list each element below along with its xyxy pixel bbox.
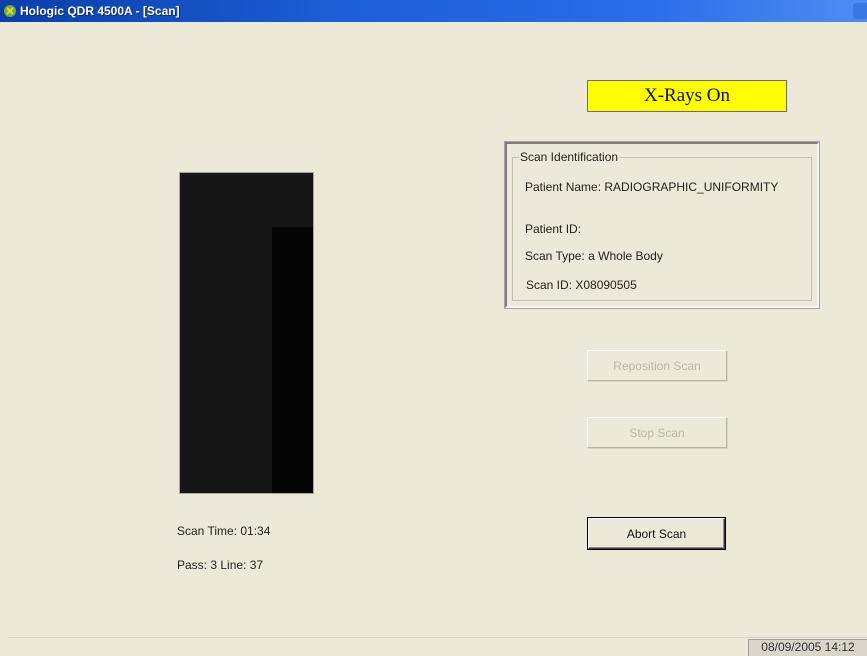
scan-window-client [8, 22, 867, 636]
status-bar: 08/09/2005 14:12 [8, 637, 867, 656]
app-icon [4, 5, 16, 17]
stop-scan-button[interactable]: Stop Scan [587, 417, 727, 448]
scan-type-field: Scan Type: a Whole Body [525, 249, 663, 263]
scan-identification-legend: Scan Identification [519, 150, 621, 164]
scan-progress-region [272, 227, 313, 493]
xrays-on-indicator: X-Rays On [587, 80, 787, 112]
scan-time-label: Scan Time: 01:34 [177, 524, 271, 538]
scan-image-preview [179, 172, 314, 494]
patient-name-field: Patient Name: RADIOGRAPHIC_UNIFORMITY [525, 180, 779, 194]
title-bar[interactable]: Hologic QDR 4500A - [Scan] [0, 0, 867, 22]
abort-scan-button[interactable]: Abort Scan [587, 517, 726, 550]
scan-id-field: Scan ID: X08090505 [526, 278, 637, 292]
status-timestamp: 08/09/2005 14:12 [748, 639, 867, 656]
patient-id-field: Patient ID: [525, 222, 582, 236]
reposition-scan-button[interactable]: Reposition Scan [587, 350, 727, 381]
pass-line-label: Pass: 3 Line: 37 [177, 558, 264, 572]
window-controls[interactable] [853, 3, 867, 19]
window-title: Hologic QDR 4500A - [Scan] [20, 4, 180, 18]
